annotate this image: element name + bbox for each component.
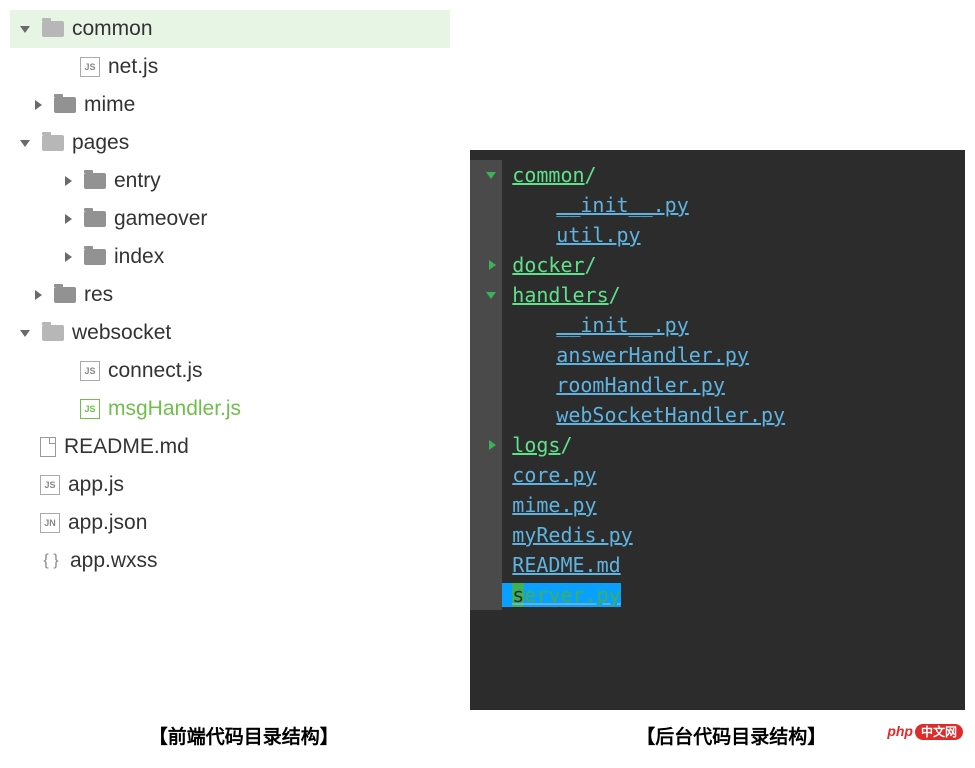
folder-icon: [84, 173, 106, 189]
file-label: connect.js: [108, 359, 203, 383]
captions: 【前端代码目录结构】 【后台代码目录结构】: [0, 710, 975, 749]
tree-file-server[interactable]: server.py: [470, 580, 965, 610]
wxss-file-icon: { }: [40, 552, 62, 570]
tree-file-msghandler-js[interactable]: JS msgHandler.js: [10, 390, 450, 428]
caption-right: 【后台代码目录结构】: [636, 722, 826, 749]
file-label: net.js: [108, 55, 158, 79]
file-label: app.json: [68, 511, 147, 535]
js-file-icon: JS: [80, 361, 100, 381]
chevron-right-icon: [489, 440, 496, 450]
folder-label: gameover: [114, 207, 207, 231]
chevron-right-icon: [489, 260, 496, 270]
folder-open-icon: [42, 135, 64, 151]
tree-file-core[interactable]: core.py: [470, 460, 965, 490]
tree-file-app-js[interactable]: JS app.js: [10, 466, 450, 504]
file-label: answerHandler.py: [556, 343, 749, 367]
tree-file-answerhandler[interactable]: answerHandler.py: [470, 340, 965, 370]
chevron-down-icon: [20, 26, 30, 33]
folder-open-icon: [42, 21, 64, 37]
folder-label: common: [512, 163, 584, 187]
tree-file-net-js[interactable]: JS net.js: [10, 48, 450, 86]
tree-file-init[interactable]: __init__.py: [470, 190, 965, 220]
tree-file-readme[interactable]: README.md: [10, 428, 450, 466]
tree-file-init2[interactable]: __init__.py: [470, 310, 965, 340]
folder-icon: [84, 211, 106, 227]
file-label: __init__.py: [556, 313, 688, 337]
tree-folder-common[interactable]: common/: [470, 160, 965, 190]
chevron-down-icon: [20, 330, 30, 337]
file-label: mime.py: [512, 493, 596, 517]
tree-folder-logs[interactable]: logs/: [470, 430, 965, 460]
folder-label: entry: [114, 169, 161, 193]
file-label: myRedis.py: [512, 523, 632, 547]
js-file-icon: JS: [80, 57, 100, 77]
markdown-file-icon: [40, 437, 56, 457]
chevron-down-icon: [486, 172, 496, 179]
tree-folder-docker[interactable]: docker/: [470, 250, 965, 280]
file-label: msgHandler.js: [108, 397, 241, 421]
folder-icon: [54, 97, 76, 113]
chevron-right-icon: [35, 290, 42, 300]
folder-label: logs: [512, 433, 560, 457]
folder-label: mime: [84, 93, 135, 117]
chevron-right-icon: [35, 100, 42, 110]
folder-icon: [54, 287, 76, 303]
folder-label: common: [72, 17, 153, 41]
watermark: php中文网: [887, 723, 963, 740]
watermark-cn: 中文网: [915, 724, 963, 740]
tree-file-readme[interactable]: README.md: [470, 550, 965, 580]
tree-file-connect-js[interactable]: JS connect.js: [10, 352, 450, 390]
chevron-right-icon: [65, 176, 72, 186]
tree-folder-entry[interactable]: entry: [10, 162, 450, 200]
folder-label: index: [114, 245, 164, 269]
chevron-down-icon: [20, 140, 30, 147]
tree-folder-pages[interactable]: pages: [10, 124, 450, 162]
folder-label: handlers: [512, 283, 608, 307]
frontend-tree: common JS net.js mime pages entry: [10, 10, 450, 710]
file-label: README.md: [64, 435, 189, 459]
file-label: core.py: [512, 463, 596, 487]
tree-file-app-json[interactable]: JN app.json: [10, 504, 450, 542]
caption-left: 【前端代码目录结构】: [149, 722, 339, 749]
tree-folder-index[interactable]: index: [10, 238, 450, 276]
tree-folder-mime[interactable]: mime: [10, 86, 450, 124]
tree-file-app-wxss[interactable]: { } app.wxss: [10, 542, 450, 580]
backend-tree: common/ __init__.py util.py docker/ hand…: [470, 150, 965, 710]
chevron-down-icon: [486, 292, 496, 299]
watermark-php: php: [887, 723, 913, 739]
tree-file-myredis[interactable]: myRedis.py: [470, 520, 965, 550]
tree-folder-gameover[interactable]: gameover: [10, 200, 450, 238]
file-label: __init__.py: [556, 193, 688, 217]
tree-folder-handlers[interactable]: handlers/: [470, 280, 965, 310]
file-label: webSocketHandler.py: [556, 403, 785, 427]
tree-file-util[interactable]: util.py: [470, 220, 965, 250]
file-label: server.py: [512, 583, 620, 607]
folder-icon: [84, 249, 106, 265]
folder-label: docker: [512, 253, 584, 277]
file-label: app.js: [68, 473, 124, 497]
tree-folder-common[interactable]: common: [10, 10, 450, 48]
json-file-icon: JN: [40, 513, 60, 533]
js-file-icon: JS: [80, 399, 100, 419]
tree-folder-res[interactable]: res: [10, 276, 450, 314]
chevron-right-icon: [65, 214, 72, 224]
file-label: util.py: [556, 223, 640, 247]
tree-folder-websocket[interactable]: websocket: [10, 314, 450, 352]
js-file-icon: JS: [40, 475, 60, 495]
folder-label: pages: [72, 131, 129, 155]
tree-file-roomhandler[interactable]: roomHandler.py: [470, 370, 965, 400]
folder-open-icon: [42, 325, 64, 341]
folder-label: websocket: [72, 321, 171, 345]
chevron-right-icon: [65, 252, 72, 262]
folder-label: res: [84, 283, 113, 307]
file-label: roomHandler.py: [556, 373, 725, 397]
tree-file-websockethandler[interactable]: webSocketHandler.py: [470, 400, 965, 430]
tree-file-mime[interactable]: mime.py: [470, 490, 965, 520]
file-label: app.wxss: [70, 549, 158, 573]
file-label: README.md: [512, 553, 620, 577]
